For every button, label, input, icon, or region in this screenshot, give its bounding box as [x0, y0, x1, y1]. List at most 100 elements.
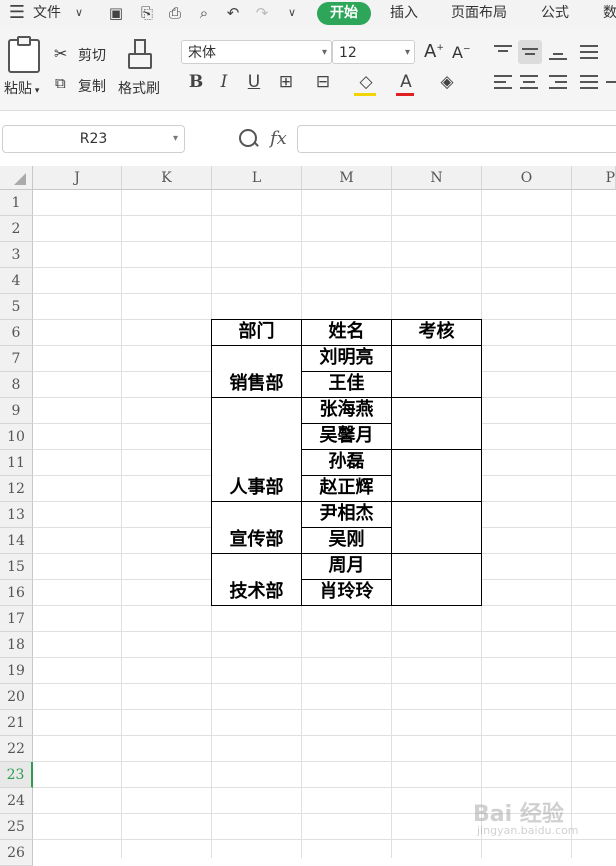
align-right-icon[interactable] [547, 70, 571, 94]
column-header-n[interactable]: N [392, 166, 482, 190]
format-painter-icon[interactable] [128, 39, 152, 69]
increase-font-icon[interactable]: A+ [424, 41, 444, 62]
print-preview-icon[interactable]: ⌕ [195, 4, 213, 22]
row-header-3[interactable]: 3 [0, 242, 33, 268]
file-menu[interactable]: 文件 [33, 0, 61, 27]
row-header-16[interactable]: 16 [0, 580, 33, 606]
department-cell-sales[interactable]: 销售部 [211, 346, 302, 398]
quick-access-dropdown-icon[interactable]: ∨ [283, 4, 301, 22]
italic-icon[interactable]: I [214, 72, 234, 92]
name-cell[interactable]: 刘明亮 [302, 346, 392, 372]
bold-icon[interactable]: B [186, 72, 206, 92]
row-header-23[interactable]: 23 [0, 762, 33, 788]
row-header-13[interactable]: 13 [0, 502, 33, 528]
distribute-icon[interactable] [604, 70, 616, 94]
underline-icon[interactable]: U [244, 72, 264, 92]
tab-home[interactable]: 开始 [317, 2, 371, 25]
chevron-down-icon[interactable]: ∨ [70, 4, 88, 22]
name-cell[interactable]: 尹相杰 [302, 502, 392, 528]
row-header-17[interactable]: 17 [0, 606, 33, 632]
row-header-25[interactable]: 25 [0, 814, 33, 840]
column-header-k[interactable]: K [122, 166, 212, 190]
align-center-icon[interactable] [518, 70, 542, 94]
tab-data[interactable]: 数 [603, 0, 616, 27]
row-header-8[interactable]: 8 [0, 372, 33, 398]
font-name-select[interactable]: 宋体 ▾ [181, 40, 332, 64]
name-cell[interactable]: 张海燕 [302, 398, 392, 424]
row-header-7[interactable]: 7 [0, 346, 33, 372]
export-icon[interactable]: ⎘ [138, 4, 156, 22]
row-header-5[interactable]: 5 [0, 294, 33, 320]
column-header-l[interactable]: L [212, 166, 302, 190]
row-header-11[interactable]: 11 [0, 450, 33, 476]
row-header-9[interactable]: 9 [0, 398, 33, 424]
select-all-corner[interactable] [0, 166, 33, 190]
save-icon[interactable]: ▣ [107, 4, 125, 22]
tab-insert[interactable]: 插入 [390, 0, 418, 27]
font-color-icon[interactable]: A [396, 72, 416, 92]
header-cell-name[interactable]: 姓名 [302, 319, 392, 346]
border-icon[interactable]: ⊞ [276, 72, 296, 92]
menu-icon[interactable]: ☰ [8, 4, 26, 22]
row-header-4[interactable]: 4 [0, 268, 33, 294]
tab-formula[interactable]: 公式 [541, 0, 569, 27]
header-cell-assessment[interactable]: 考核 [392, 319, 482, 346]
assessment-cell[interactable] [392, 554, 482, 606]
row-header-1[interactable]: 1 [0, 190, 33, 216]
row-header-26[interactable]: 26 [0, 840, 33, 866]
name-cell[interactable]: 肖玲玲 [302, 580, 392, 606]
row-header-24[interactable]: 24 [0, 788, 33, 814]
name-box[interactable]: R23 ▾ [2, 125, 185, 153]
fx-icon[interactable]: fx [270, 128, 287, 149]
align-bottom-icon[interactable] [547, 40, 571, 64]
wrap-text-icon[interactable] [578, 40, 602, 64]
row-header-22[interactable]: 22 [0, 736, 33, 762]
assessment-cell[interactable] [392, 346, 482, 398]
row-header-18[interactable]: 18 [0, 632, 33, 658]
name-cell[interactable]: 吴刚 [302, 528, 392, 554]
align-top-icon[interactable] [492, 40, 516, 64]
department-cell-hr[interactable]: 人事部 [211, 398, 302, 502]
column-header-m[interactable]: M [302, 166, 392, 190]
tab-page-layout[interactable]: 页面布局 [451, 0, 507, 27]
row-header-2[interactable]: 2 [0, 216, 33, 242]
name-cell[interactable]: 吴馨月 [302, 424, 392, 450]
paste-button[interactable]: 粘贴 ▾ [4, 78, 39, 98]
name-cell[interactable]: 孙磊 [302, 450, 392, 476]
print-icon[interactable]: ⎙ [166, 4, 184, 22]
decrease-font-icon[interactable]: A− [452, 43, 471, 62]
row-header-14[interactable]: 14 [0, 528, 33, 554]
justify-icon[interactable] [578, 70, 602, 94]
name-cell[interactable]: 赵正辉 [302, 476, 392, 502]
column-header-p[interactable]: P [572, 166, 616, 190]
scissors-icon[interactable]: ✂ [54, 44, 67, 63]
row-header-6[interactable]: 6 [0, 320, 33, 346]
fill-color-icon[interactable]: ◇ [356, 72, 376, 92]
row-header-10[interactable]: 10 [0, 424, 33, 450]
assessment-cell[interactable] [392, 450, 482, 502]
name-cell[interactable]: 王佳 [302, 372, 392, 398]
cut-button[interactable]: 剪切 [78, 45, 106, 65]
assessment-cell[interactable] [392, 398, 482, 450]
align-middle-icon[interactable] [518, 40, 542, 64]
copy-icon[interactable]: ⧉ [55, 74, 66, 92]
clear-format-icon[interactable]: ◈ [437, 72, 457, 92]
column-header-j[interactable]: J [33, 166, 122, 190]
name-cell[interactable]: 周月 [302, 554, 392, 580]
column-header-o[interactable]: O [482, 166, 572, 190]
department-cell-tech[interactable]: 技术部 [211, 554, 302, 606]
undo-icon[interactable]: ↶ [224, 4, 242, 22]
row-header-19[interactable]: 19 [0, 658, 33, 684]
assessment-cell[interactable] [392, 502, 482, 554]
zoom-formula-icon[interactable] [239, 129, 257, 147]
redo-icon[interactable]: ↷ [253, 4, 271, 22]
row-header-21[interactable]: 21 [0, 710, 33, 736]
font-size-select[interactable]: 12 ▾ [332, 40, 415, 64]
merge-cells-icon[interactable]: ⊟ [313, 72, 333, 92]
copy-button[interactable]: 复制 [78, 76, 106, 96]
align-left-icon[interactable] [492, 70, 516, 94]
header-cell-department[interactable]: 部门 [211, 319, 302, 346]
row-header-20[interactable]: 20 [0, 684, 33, 710]
paste-icon[interactable] [8, 36, 40, 73]
formula-input[interactable] [297, 125, 616, 153]
